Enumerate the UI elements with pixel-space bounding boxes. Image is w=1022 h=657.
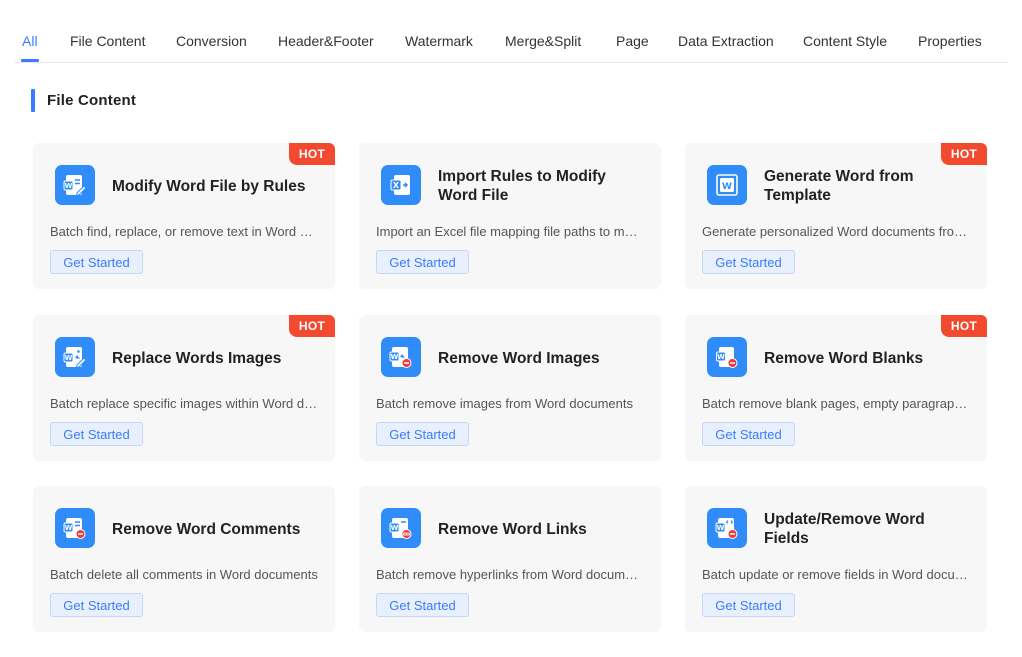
section-title: File Content (47, 92, 137, 109)
card-description: Batch find, replace, or remove text in W… (50, 224, 318, 239)
tool-card-remove-word-images[interactable]: W Remove Word Images Batch remove images… (359, 315, 661, 461)
card-description: Batch remove images from Word documents (376, 396, 633, 411)
svg-text:W: W (717, 353, 725, 361)
get-started-button[interactable]: Get Started (702, 593, 795, 617)
card-title: Remove Word Blanks (764, 350, 924, 367)
hot-badge: HOT (941, 143, 987, 165)
tab-watermark[interactable]: Watermark (405, 32, 473, 50)
card-description: Batch remove blank pages, empty paragrap… (702, 396, 970, 411)
word-image-edit-icon: W (55, 337, 95, 377)
svg-text:W: W (391, 353, 399, 361)
card-title: Modify Word File by Rules (112, 178, 306, 195)
get-started-button[interactable]: Get Started (376, 422, 469, 446)
svg-text:X: X (393, 181, 400, 190)
tool-card-generate-from-template[interactable]: HOT W Generate Word from Template Genera… (685, 143, 987, 289)
card-title: Generate Word from Template (764, 168, 914, 204)
category-tab-bar: All File Content Conversion Header&Foote… (14, 0, 1008, 63)
word-blank-remove-icon: W (707, 337, 747, 377)
card-description: Batch delete all comments in Word docume… (50, 567, 318, 582)
get-started-button[interactable]: Get Started (50, 593, 143, 617)
svg-text:W: W (65, 354, 73, 362)
get-started-button[interactable]: Get Started (50, 422, 143, 446)
svg-text:W: W (722, 182, 732, 192)
tab-conversion[interactable]: Conversion (176, 32, 247, 50)
tab-all[interactable]: All (22, 32, 38, 50)
card-title: Import Rules to Modify Word File (438, 168, 606, 204)
tab-file-content[interactable]: File Content (70, 32, 145, 50)
tab-page[interactable]: Page (616, 32, 649, 50)
hot-badge: HOT (289, 315, 335, 337)
card-title: Remove Word Links (438, 521, 587, 538)
tab-merge-split[interactable]: Merge&Split (505, 32, 581, 50)
svg-text:W: W (717, 524, 725, 532)
card-description: Batch remove hyperlinks from Word docume… (376, 567, 644, 582)
card-description: Import an Excel file mapping file paths … (376, 224, 644, 239)
card-description: Batch update or remove fields in Word do… (702, 567, 970, 582)
word-image-remove-icon: W (381, 337, 421, 377)
get-started-button[interactable]: Get Started (50, 250, 143, 274)
svg-text:W: W (65, 182, 73, 190)
card-title: Remove Word Images (438, 350, 600, 367)
word-template-icon: W (707, 165, 747, 205)
word-field-icon: W (707, 508, 747, 548)
tool-card-remove-word-comments[interactable]: W Remove Word Comments Batch delete all … (33, 486, 335, 632)
tab-header-footer[interactable]: Header&Footer (278, 32, 374, 50)
word-comment-remove-icon: W (55, 508, 95, 548)
tab-properties[interactable]: Properties (918, 32, 982, 50)
tool-card-replace-word-images[interactable]: HOT W Replace Words Images Batch replace… (33, 315, 335, 461)
section-heading: File Content (31, 89, 136, 112)
tool-card-remove-word-links[interactable]: W Remove Word Links Batch remove hyperli… (359, 486, 661, 632)
active-tab-indicator (21, 59, 39, 62)
tool-card-import-rules[interactable]: X Import Rules to Modify Word File Impor… (359, 143, 661, 289)
svg-text:W: W (65, 524, 73, 532)
word-edit-icon: W (55, 165, 95, 205)
tool-card-modify-word-by-rules[interactable]: HOT W Modify Word File by Rules Batch fi… (33, 143, 335, 289)
get-started-button[interactable]: Get Started (702, 422, 795, 446)
hot-badge: HOT (941, 315, 987, 337)
tab-content-style[interactable]: Content Style (803, 32, 887, 50)
card-title: Replace Words Images (112, 350, 282, 367)
tab-data-extraction[interactable]: Data Extraction (678, 32, 774, 50)
get-started-button[interactable]: Get Started (702, 250, 795, 274)
svg-text:W: W (391, 524, 399, 532)
hot-badge: HOT (289, 143, 335, 165)
card-description: Batch replace specific images within Wor… (50, 396, 318, 411)
card-title: Update/Remove Word Fields (764, 511, 925, 547)
tool-card-update-remove-word-fields[interactable]: W Update/Remove Word Fields Batch update… (685, 486, 987, 632)
get-started-button[interactable]: Get Started (376, 593, 469, 617)
excel-import-icon: X (381, 165, 421, 205)
card-description: Generate personalized Word documents fro… (702, 224, 970, 239)
word-link-remove-icon: W (381, 508, 421, 548)
section-accent-bar (31, 89, 35, 112)
card-title: Remove Word Comments (112, 521, 301, 538)
tool-card-remove-word-blanks[interactable]: HOT W Remove Word Blanks Batch remove bl… (685, 315, 987, 461)
get-started-button[interactable]: Get Started (376, 250, 469, 274)
